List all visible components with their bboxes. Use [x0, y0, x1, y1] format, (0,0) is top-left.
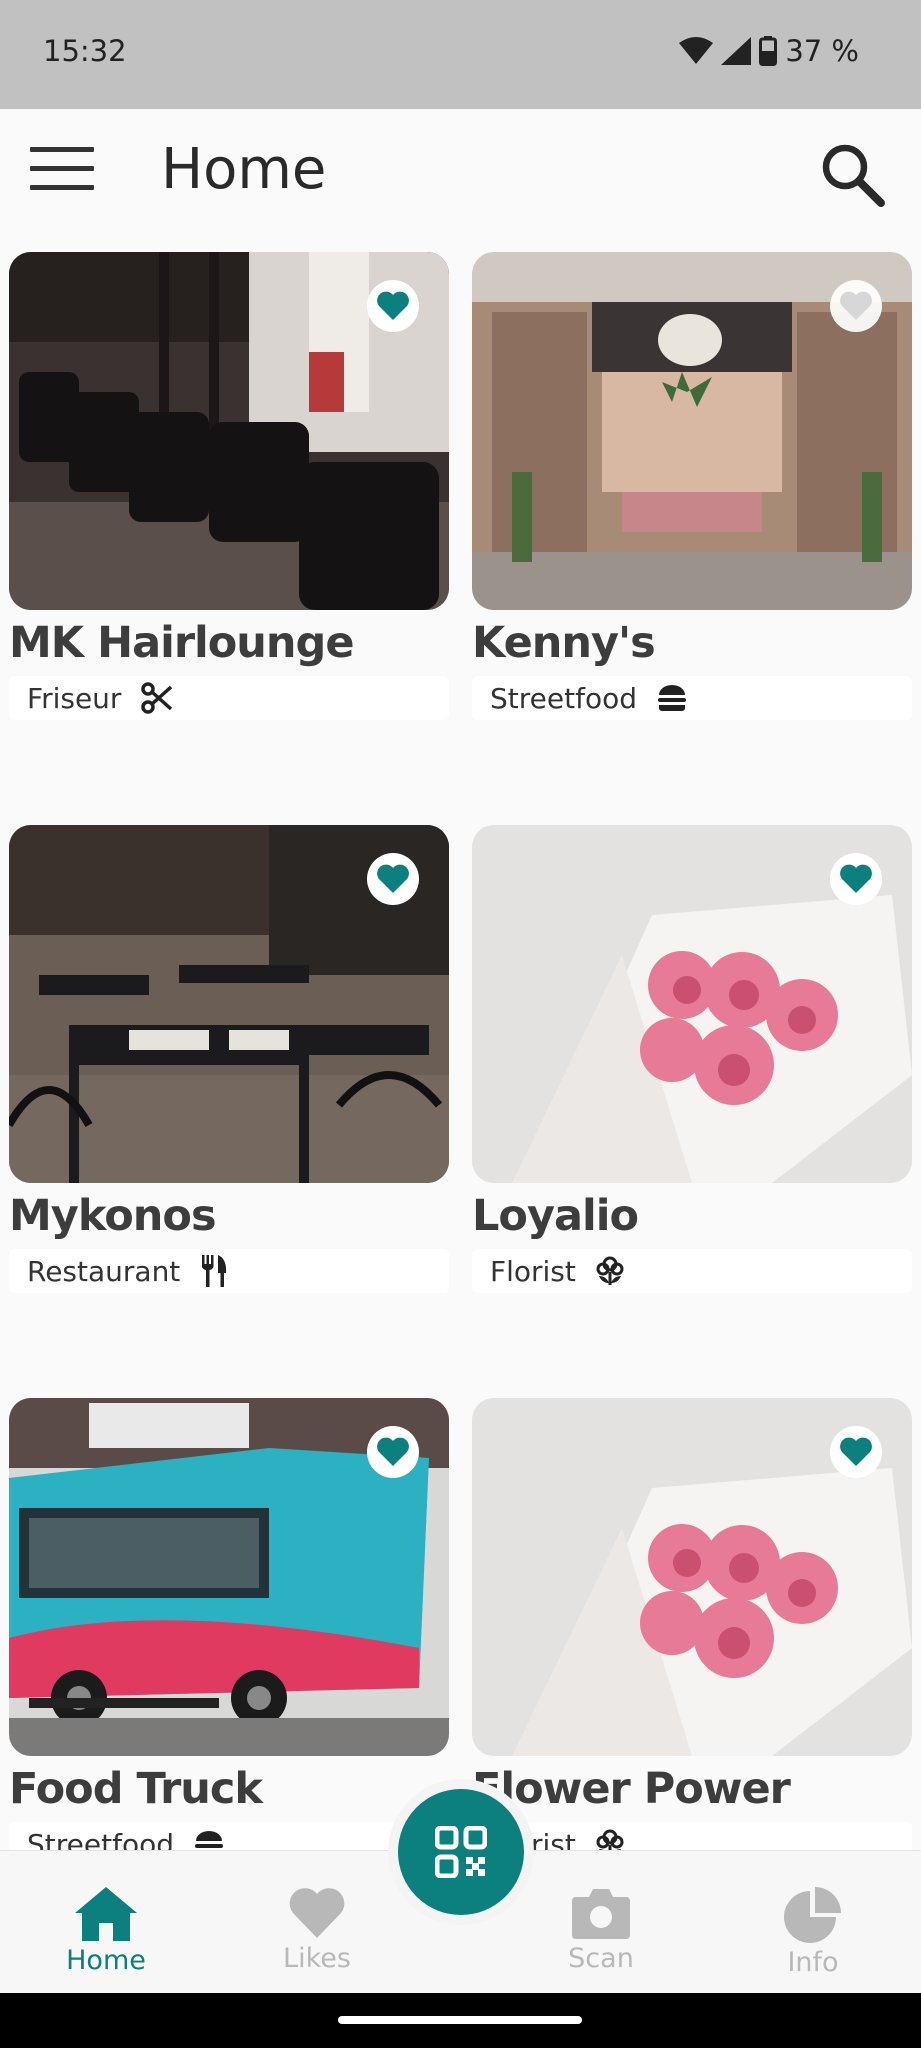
business-name: Mykonos: [9, 1191, 217, 1241]
business-card[interactable]: Flower Power Florist: [472, 1398, 912, 1866]
nav-info[interactable]: Info: [743, 1887, 883, 1978]
app-bar: Home: [0, 109, 921, 234]
nav-likes[interactable]: Likes: [247, 1887, 387, 1974]
category-label: Restaurant: [27, 1254, 181, 1288]
battery-icon: [759, 36, 778, 66]
business-card[interactable]: Loyalio Florist: [472, 825, 912, 1293]
business-photo[interactable]: [9, 252, 449, 610]
business-name: Kenny's: [472, 618, 656, 668]
business-photo[interactable]: [472, 1398, 912, 1756]
business-card[interactable]: MK Hairlounge Friseur: [9, 252, 449, 720]
flower-icon: [596, 1256, 624, 1285]
page-title: Home: [161, 137, 327, 202]
favorite-button[interactable]: [830, 853, 882, 905]
category-chip: Restaurant: [9, 1249, 449, 1293]
search-button[interactable]: [819, 141, 885, 207]
nav-scan[interactable]: Scan: [531, 1887, 671, 1974]
favorite-button[interactable]: [830, 280, 882, 332]
business-card[interactable]: Food Truck Streetfood: [9, 1398, 449, 1866]
camera-icon: [572, 1889, 630, 1939]
business-name: MK Hairlounge: [9, 618, 354, 668]
gesture-handle[interactable]: [338, 2016, 582, 2024]
qr-code-icon: [435, 1826, 487, 1878]
scissors-icon: [141, 682, 173, 714]
menu-button[interactable]: [30, 147, 94, 197]
favorite-button[interactable]: [367, 1426, 419, 1478]
category-chip: Florist: [472, 1249, 912, 1293]
category-chip: Friseur: [9, 676, 449, 720]
heart-outline-icon: [840, 291, 872, 320]
nav-info-label: Info: [787, 1947, 839, 1978]
qr-scan-button[interactable]: [398, 1789, 524, 1915]
heart-filled-icon: [840, 864, 872, 893]
category-label: Florist: [490, 1254, 576, 1288]
menu-line: [30, 166, 94, 171]
home-icon: [75, 1887, 137, 1941]
status-icons: 37 %: [679, 34, 859, 68]
nav-home-label: Home: [66, 1945, 146, 1976]
search-icon: [822, 144, 885, 207]
cellular-icon: [721, 37, 752, 65]
category-label: Streetfood: [490, 681, 637, 715]
app-screen: 15:32 37 % Home MK Hairlounge Friseur Ke…: [0, 0, 921, 2048]
nav-likes-label: Likes: [283, 1943, 351, 1974]
business-photo[interactable]: [9, 825, 449, 1183]
wifi-icon: [679, 37, 714, 64]
favorite-button[interactable]: [367, 280, 419, 332]
nav-scan-label: Scan: [568, 1943, 634, 1974]
favorite-button[interactable]: [367, 853, 419, 905]
heart-icon: [289, 1888, 345, 1938]
heart-filled-icon: [377, 1437, 409, 1466]
burger-icon: [657, 685, 686, 711]
category-chip: Streetfood: [472, 676, 912, 720]
heart-filled-icon: [377, 864, 409, 893]
business-card[interactable]: Kenny's Streetfood: [472, 252, 912, 720]
heart-filled-icon: [377, 291, 409, 320]
favorite-button[interactable]: [830, 1426, 882, 1478]
business-card[interactable]: Mykonos Restaurant: [9, 825, 449, 1293]
menu-line: [30, 147, 94, 152]
business-photo[interactable]: [472, 252, 912, 610]
status-bar: 15:32 37 %: [0, 0, 921, 109]
business-photo[interactable]: [9, 1398, 449, 1756]
battery-percent: 37 %: [785, 34, 859, 68]
category-label: Friseur: [27, 681, 122, 715]
nav-home[interactable]: Home: [36, 1887, 176, 1976]
status-time: 15:32: [43, 34, 127, 68]
heart-filled-icon: [840, 1437, 872, 1466]
pie-chart-icon: [784, 1887, 841, 1943]
cutlery-icon: [202, 1255, 227, 1287]
business-name: Loyalio: [472, 1191, 639, 1241]
business-name: Flower Power: [472, 1764, 791, 1814]
menu-line: [30, 185, 94, 190]
business-photo[interactable]: [472, 825, 912, 1183]
system-gesture-bar: [0, 1993, 921, 2048]
business-name: Food Truck: [9, 1764, 263, 1814]
